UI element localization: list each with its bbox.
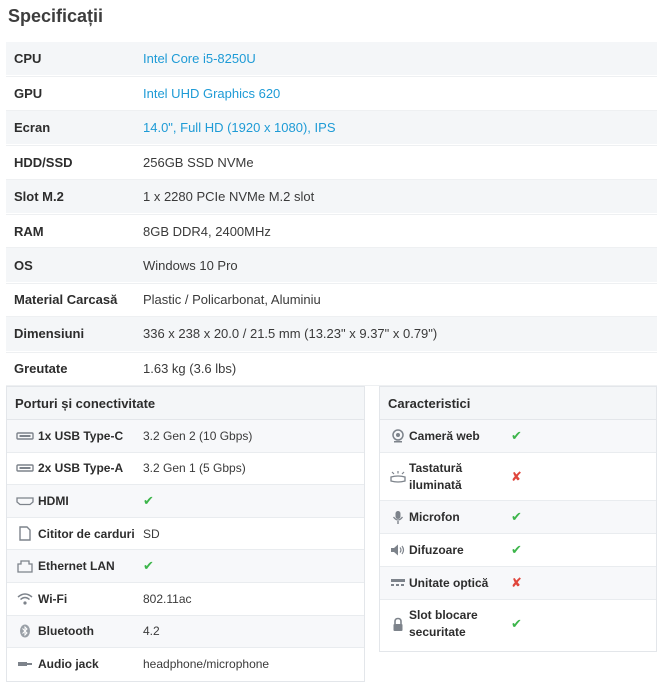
spec-row-weight: Greutate 1.63 kg (3.6 lbs) [6,351,657,386]
port-value: headphone/microphone [143,657,270,672]
check-icon: ✔ [511,428,522,443]
port-value: 4.2 [143,624,160,639]
optical-drive-icon [389,578,407,588]
port-name: Audio jack [38,657,99,672]
spec-row-dimensions: Dimensiuni 336 x 238 x 20.0 / 21.5 mm (1… [6,317,657,352]
feature-name: Microfon [409,509,460,524]
port-value: SD [143,526,160,541]
port-name: Cititor de carduri [38,526,135,541]
feature-row: Unitate optică ✘ [380,567,656,600]
wifi-icon [15,593,35,605]
spec-value-link[interactable]: Intel UHD Graphics 620 [143,86,280,101]
feature-name: Difuzoare [409,542,464,557]
check-icon: ✔ [143,492,154,508]
cross-icon: ✘ [511,468,522,484]
port-name: Wi-Fi [38,591,68,606]
ports-panel: Porturi și conectivitate 1x USB Type-C 3… [6,386,365,682]
port-name: 1x USB Type-C [38,428,124,443]
feature-row: Cameră web ✔ [380,420,656,453]
ports-heading: Porturi și conectivitate [7,387,364,420]
port-name: Bluetooth [38,624,94,639]
audio-jack-icon [15,659,35,669]
port-value: 3.2 Gen 1 (5 Gbps) [143,461,246,476]
microphone-icon [389,510,407,525]
port-value: 3.2 Gen 2 (10 Gbps) [143,428,253,443]
spec-key: CPU [14,51,42,67]
feature-row: Difuzoare ✔ [380,534,656,567]
feature-row: Slot blocare securitate ✔ [380,600,656,648]
port-row: Audio jack headphone/microphone [7,648,364,681]
spec-key: HDD/SSD [14,154,73,170]
spec-value: 1 x 2280 PCIe NVMe M.2 slot [143,188,315,204]
hdmi-icon [15,496,35,506]
page-title: Specificații [8,6,104,26]
port-name: Ethernet LAN [38,559,115,574]
speaker-icon [389,543,407,557]
spec-value: 1.63 kg (3.6 lbs) [143,361,237,377]
feature-name: Unitate optică [409,575,489,590]
port-value: 802.11ac [143,591,192,606]
port-row: HDMI ✔ [7,485,364,518]
cross-icon: ✘ [511,575,522,590]
spec-key: GPU [14,86,43,102]
spec-key: Ecran [14,119,51,135]
feature-row: Tastatură iluminată ✘ [380,453,656,501]
spec-key: Slot M.2 [14,188,64,204]
port-name: HDMI [38,493,69,508]
webcam-icon [389,429,407,443]
check-icon: ✔ [511,616,522,631]
features-heading: Caracteristici [380,387,656,420]
check-icon: ✔ [511,509,522,524]
spec-key: Material Carcasă [14,292,118,308]
ethernet-icon [15,559,35,573]
spec-row-display: Ecran 14.0", Full HD (1920 x 1080), IPS [6,110,657,146]
spec-key: OS [14,257,33,273]
port-row: Wi-Fi 802.11ac [7,583,364,616]
features-panel: Caracteristici Cameră web ✔ Tastatură il… [379,386,657,652]
spec-table: CPU Intel Core i5-8250U GPU Intel UHD Gr… [6,42,657,386]
spec-key: Greutate [14,361,68,377]
port-row: 2x USB Type-A 3.2 Gen 1 (5 Gbps) [7,453,364,486]
usb-icon [15,431,35,441]
spec-value: 8GB DDR4, 2400MHz [143,223,271,239]
feature-name: Cameră web [409,428,480,443]
usb-icon [15,463,35,473]
spec-value: Plastic / Policarbonat, Aluminiu [143,292,321,308]
card-reader-icon [15,526,35,541]
feature-row: Microfon ✔ [380,501,656,534]
spec-value-link[interactable]: Intel Core i5-8250U [143,51,256,66]
spec-value: 256GB SSD NVMe [143,154,254,170]
backlit-keyboard-icon [389,470,407,483]
bluetooth-icon [15,624,35,638]
lock-icon [389,617,407,632]
spec-row-gpu: GPU Intel UHD Graphics 620 [6,76,657,111]
spec-key: RAM [14,223,44,239]
spec-value: 336 x 238 x 20.0 / 21.5 mm (13.23" x 9.3… [143,326,438,342]
port-name: 2x USB Type-A [38,461,124,476]
port-row: 1x USB Type-C 3.2 Gen 2 (10 Gbps) [7,420,364,453]
spec-value: Windows 10 Pro [143,257,238,273]
feature-name: Tastatură iluminată [409,460,463,492]
port-row: Bluetooth 4.2 [7,615,364,649]
port-row: Ethernet LAN ✔ [7,550,364,583]
spec-row-material: Material Carcasă Plastic / Policarbonat,… [6,282,657,318]
check-icon: ✔ [511,542,522,557]
check-icon: ✔ [143,558,154,574]
spec-value-link[interactable]: 14.0", Full HD (1920 x 1080), IPS [143,120,336,135]
spec-key: Dimensiuni [14,326,85,342]
spec-row-cpu: CPU Intel Core i5-8250U [6,42,657,77]
feature-name: Slot blocare securitate [409,608,478,639]
port-row: Cititor de carduri SD [7,518,364,551]
spec-row-m2-slot: Slot M.2 1 x 2280 PCIe NVMe M.2 slot [6,179,657,214]
spec-row-os: OS Windows 10 Pro [6,248,657,283]
spec-row-ram: RAM 8GB DDR4, 2400MHz [6,213,657,249]
spec-row-storage: HDD/SSD 256GB SSD NVMe [6,145,657,180]
